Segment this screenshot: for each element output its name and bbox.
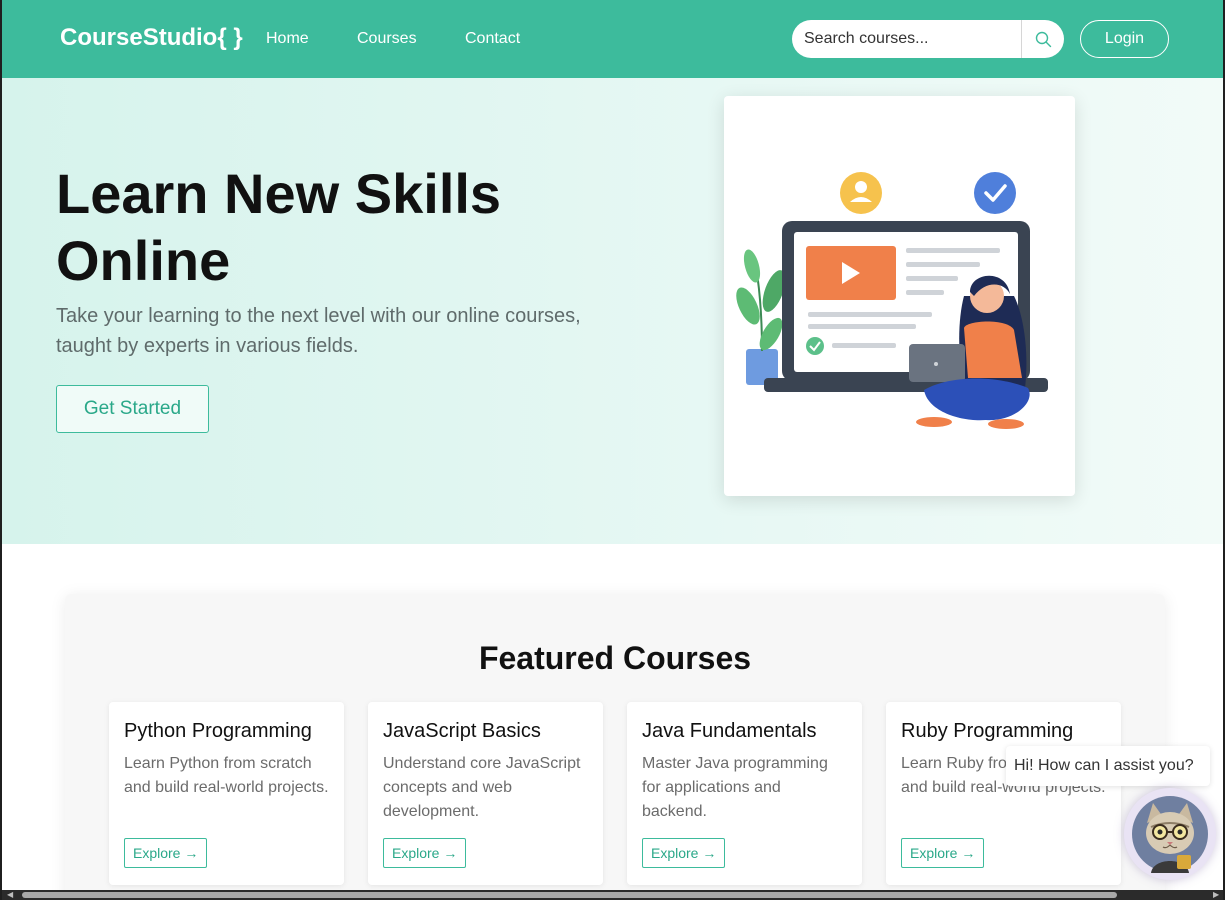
hero-illustration-card — [724, 96, 1075, 496]
nav-courses-link[interactable]: Courses — [357, 30, 417, 48]
course-description: Learn Python from scratch and build real… — [124, 755, 329, 796]
navbar: CourseStudio{ } Home Courses Contact Log… — [2, 0, 1223, 78]
hero-title: Learn New Skills Online — [56, 162, 502, 292]
user-icon — [840, 172, 882, 214]
explore-button[interactable]: Explore → — [124, 838, 208, 868]
course-title: Python Programming — [124, 720, 312, 742]
page: CourseStudio{ } Home Courses Contact Log… — [0, 0, 1225, 900]
course-title: Ruby Programming — [901, 720, 1074, 742]
hero-subtitle: Take your learning to the next level wit… — [56, 305, 581, 357]
search-input[interactable] — [792, 20, 1021, 58]
course-card-java[interactable]: Java Fundamentals Master Java programmin… — [627, 702, 862, 885]
explore-button[interactable]: Explore → — [642, 838, 726, 868]
scroll-left-arrow-icon[interactable]: ◀ — [7, 891, 13, 899]
course-card-python[interactable]: Python Programming Learn Python from scr… — [109, 702, 344, 885]
featured-title: Featured Courses — [478, 640, 752, 676]
cat-avatar-icon — [1132, 796, 1208, 873]
search-icon — [1035, 31, 1051, 47]
plant-icon — [736, 249, 786, 385]
explore-button[interactable]: Explore → — [901, 838, 985, 868]
course-card-javascript[interactable]: JavaScript Basics Understand core JavaSc… — [368, 702, 603, 885]
explore-button[interactable]: Explore → — [383, 838, 467, 868]
get-started-button[interactable]: Get Started — [56, 385, 209, 433]
course-description: Understand core JavaScript concepts and … — [383, 755, 581, 820]
chat-avatar-button[interactable] — [1124, 788, 1216, 880]
login-button[interactable]: Login — [1080, 20, 1169, 58]
nav-contact-link[interactable]: Contact — [465, 30, 520, 48]
course-title: JavaScript Basics — [383, 720, 541, 742]
course-card-ruby[interactable]: Ruby Programming Learn Ruby from scratch… — [886, 702, 1121, 885]
hero-section: Learn New Skills Online Take your learni… — [2, 78, 1223, 544]
search-box — [792, 20, 1064, 58]
search-button[interactable] — [1021, 20, 1064, 58]
scrollbar-thumb[interactable] — [22, 892, 1117, 898]
chat-greeting-bubble[interactable]: Hi! How can I assist you? — [1006, 746, 1210, 786]
featured-courses-section: Featured Courses Python Programming Lear… — [65, 594, 1165, 900]
scroll-right-arrow-icon[interactable]: ▶ — [1213, 891, 1219, 899]
brand-logo[interactable]: CourseStudio{ } — [60, 24, 243, 52]
course-description: Master Java programming for applications… — [642, 755, 828, 820]
horizontal-scrollbar[interactable]: ◀ ▶ — [2, 890, 1223, 900]
check-badge-icon — [974, 172, 1016, 214]
course-title: Java Fundamentals — [642, 720, 817, 742]
nav-home-link[interactable]: Home — [266, 30, 309, 48]
hero-illustration — [736, 172, 1048, 429]
